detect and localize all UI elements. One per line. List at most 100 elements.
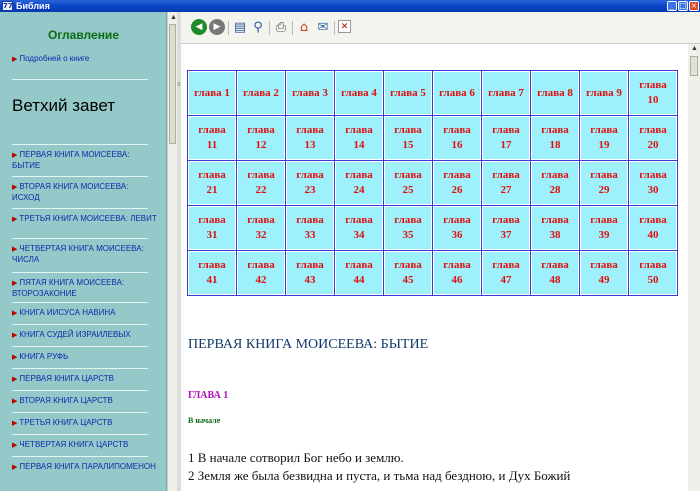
chapter-link[interactable]: глава 48 (531, 251, 579, 295)
chapter-link[interactable]: глава 31 (188, 206, 236, 250)
chapter-link[interactable]: глава 41 (188, 251, 236, 295)
chapter-link[interactable]: глава 9 (580, 71, 628, 115)
chapter-number: 29 (598, 184, 610, 196)
chapter-link[interactable]: глава 26 (433, 161, 481, 205)
chapter-link[interactable]: глава 36 (433, 206, 481, 250)
maximize-button[interactable]: □ (678, 1, 688, 11)
chapter-link[interactable]: глава 28 (531, 161, 579, 205)
chapter-link[interactable]: глава 35 (384, 206, 432, 250)
sidebar-book-item[interactable]: ▶ КНИГА ИИСУСА НАВИНА (12, 308, 157, 319)
toolbar: ◀ ▶ ▤ ⚲ ⎙ ⌂ ✉ ✕ (181, 12, 700, 44)
chapter-link[interactable]: глава 25 (384, 161, 432, 205)
divider (12, 79, 148, 80)
chapter-link[interactable]: глава 24 (335, 161, 383, 205)
scroll-thumb[interactable] (690, 56, 698, 76)
chapter-link[interactable]: глава 10 (629, 71, 677, 115)
chapter-link[interactable]: глава 47 (482, 251, 530, 295)
chapter-link[interactable]: глава 2 (237, 71, 285, 115)
scroll-thumb[interactable] (169, 24, 176, 144)
sidebar-book-label: ЧЕТВЕРТАЯ КНИГА МОИСЕЕВА: ЧИСЛА (12, 244, 144, 264)
sidebar-book-item[interactable]: ▶ КНИГА СУДЕЙ ИЗРАИЛЕВЫХ (12, 330, 157, 341)
sidebar-book-item[interactable]: ▶ ВТОРАЯ КНИГА МОИСЕЕВА: ИСХОД (12, 182, 157, 203)
chapter-link[interactable]: глава 44 (335, 251, 383, 295)
chapter-link[interactable]: глава 49 (580, 251, 628, 295)
chapter-number: 13 (304, 139, 316, 151)
chapter-link[interactable]: глава 7 (482, 71, 530, 115)
chapter-link[interactable]: глава 37 (482, 206, 530, 250)
chapter-link[interactable]: глава 12 (237, 116, 285, 160)
chapter-number: 35 (402, 229, 414, 241)
chapter-number: 9 (616, 86, 622, 99)
chapter-link[interactable]: глава 14 (335, 116, 383, 160)
sidebar-book-item[interactable]: ▶ ПЕРВАЯ КНИГА МОИСЕЕВА: БЫТИЕ (12, 150, 157, 171)
chapter-link[interactable]: глава 46 (433, 251, 481, 295)
chapter-link[interactable]: глава 8 (531, 71, 579, 115)
chapter-word: глава (639, 214, 667, 226)
chapter-word: глава (443, 169, 471, 181)
content-scrollbar[interactable]: ▲ (688, 44, 700, 491)
sidebar-book-item[interactable]: ▶ ПЕРВАЯ КНИГА ПАРАЛИПОМЕНОН (12, 462, 157, 473)
chapter-link[interactable]: глава 17 (482, 116, 530, 160)
chapter-link[interactable]: глава 42 (237, 251, 285, 295)
chapter-number: 12 (255, 139, 267, 151)
chapter-link[interactable]: глава 32 (237, 206, 285, 250)
chapter-link[interactable]: глава 6 (433, 71, 481, 115)
sidebar-book-item[interactable]: ▶ КНИГА РУФЬ (12, 352, 157, 363)
chapter-link[interactable]: глава 22 (237, 161, 285, 205)
contents-icon[interactable]: ▤ (232, 19, 248, 35)
chapter-link[interactable]: глава 30 (629, 161, 677, 205)
chapter-number: 37 (500, 229, 512, 241)
chapter-link[interactable]: глава 13 (286, 116, 334, 160)
chapter-link[interactable]: глава 38 (531, 206, 579, 250)
chapter-link[interactable]: глава 16 (433, 116, 481, 160)
chapter-link[interactable]: глава 3 (286, 71, 334, 115)
sidebar-book-item[interactable]: ▶ ЧЕТВЕРТАЯ КНИГА МОИСЕЕВА: ЧИСЛА (12, 244, 157, 265)
chapter-link[interactable]: глава 20 (629, 116, 677, 160)
sidebar-book-label: ВТОРАЯ КНИГА МОИСЕЕВА: ИСХОД (12, 182, 129, 202)
chapter-link[interactable]: глава 27 (482, 161, 530, 205)
chapter-number: 5 (420, 86, 426, 99)
chapter-number: 38 (549, 229, 561, 241)
grip-icon: ≡ (177, 82, 181, 88)
sidebar-scrollbar[interactable]: ▲ (167, 12, 177, 491)
divider (12, 208, 148, 209)
chapter-link[interactable]: глава 15 (384, 116, 432, 160)
chapter-link[interactable]: глава 18 (531, 116, 579, 160)
scroll-up-icon[interactable]: ▲ (170, 14, 177, 21)
chapter-link[interactable]: глава 4 (335, 71, 383, 115)
chapter-link[interactable]: глава 39 (580, 206, 628, 250)
back-icon[interactable]: ◀ (191, 19, 207, 35)
chapter-link[interactable]: глава 11 (188, 116, 236, 160)
sidebar-book-item[interactable]: ▶ ЧЕТВЕРТАЯ КНИГА ЦАРСТВ (12, 440, 157, 451)
chapter-link[interactable]: глава 19 (580, 116, 628, 160)
chapter-word: глава (247, 259, 275, 271)
chapter-link[interactable]: глава 33 (286, 206, 334, 250)
chapter-number: 28 (549, 184, 561, 196)
chapter-link[interactable]: глава 21 (188, 161, 236, 205)
chapter-link[interactable]: глава 40 (629, 206, 677, 250)
sidebar-book-item[interactable]: ▶ ПЯТАЯ КНИГА МОИСЕЕВА: ВТОРОЗАКОНИЕ (12, 278, 157, 299)
print-icon[interactable]: ⎙ (273, 19, 289, 35)
chapter-link[interactable]: глава 1 (188, 71, 236, 115)
chapter-word: глава (341, 86, 369, 99)
minimize-button[interactable]: _ (667, 1, 677, 11)
chapter-link[interactable]: глава 50 (629, 251, 677, 295)
sidebar-book-item[interactable]: ▶ ТРЕТЬЯ КНИГА МОИСЕЕВА: ЛЕВИТ (12, 214, 157, 225)
forward-icon[interactable]: ▶ (209, 19, 225, 35)
mail-icon[interactable]: ✉ (315, 19, 331, 35)
chapter-link[interactable]: глава 5 (384, 71, 432, 115)
chapter-link[interactable]: глава 23 (286, 161, 334, 205)
close-window-button[interactable]: × (689, 1, 699, 11)
scroll-up-icon[interactable]: ▲ (691, 45, 698, 52)
sidebar-book-item[interactable]: ▶ ТРЕТЬЯ КНИГА ЦАРСТВ (12, 418, 157, 429)
about-book-link[interactable]: ▶ Подробней о книге (12, 54, 162, 65)
chapter-link[interactable]: глава 29 (580, 161, 628, 205)
search-icon[interactable]: ⚲ (250, 19, 266, 35)
sidebar-book-item[interactable]: ▶ ВТОРАЯ КНИГА ЦАРСТВ (12, 396, 157, 407)
chapter-link[interactable]: глава 43 (286, 251, 334, 295)
sidebar-book-item[interactable]: ▶ ПЕРВАЯ КНИГА ЦАРСТВ (12, 374, 157, 385)
chapter-link[interactable]: глава 45 (384, 251, 432, 295)
chapter-link[interactable]: глава 34 (335, 206, 383, 250)
close-document-icon[interactable]: ✕ (338, 20, 351, 33)
home-icon[interactable]: ⌂ (296, 19, 312, 35)
